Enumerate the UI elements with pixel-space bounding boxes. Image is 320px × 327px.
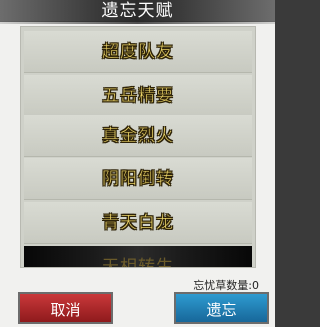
talent-label: 五岳精要	[102, 86, 174, 107]
talent-item-chaodu[interactable]: 超度队友	[24, 31, 252, 73]
forget-talent-dialog: 遗忘天赋 超度队友 五岳精要 真金烈火 阴阳倒转 青天白龙 天相转生 忘忧草数量…	[0, 0, 275, 327]
talent-item-yinyang[interactable]: 阴阳倒转	[24, 158, 252, 200]
talent-list[interactable]: 超度队友 五岳精要 真金烈火 阴阳倒转 青天白龙 天相转生	[20, 26, 256, 268]
talent-item-wuyue[interactable]: 五岳精要	[24, 75, 252, 117]
talent-item-zhenjin[interactable]: 真金烈火	[24, 115, 252, 157]
talent-label: 青天白龙	[102, 213, 174, 234]
herb-count: 忘忧草数量:0	[193, 279, 259, 292]
title-bar: 遗忘天赋	[0, 0, 275, 24]
talent-item-tianxiang[interactable]: 天相转生	[24, 246, 252, 268]
talent-label: 天相转生	[102, 257, 174, 268]
talent-label: 超度队友	[102, 42, 174, 63]
talent-item-qingtian[interactable]: 青天白龙	[24, 202, 252, 244]
talent-label: 阴阳倒转	[102, 169, 174, 190]
cancel-button[interactable]: 取消	[18, 292, 113, 324]
talent-label: 真金烈火	[102, 126, 174, 147]
forget-button[interactable]: 遗忘	[174, 292, 269, 324]
dialog-title: 遗忘天赋	[101, 1, 174, 21]
